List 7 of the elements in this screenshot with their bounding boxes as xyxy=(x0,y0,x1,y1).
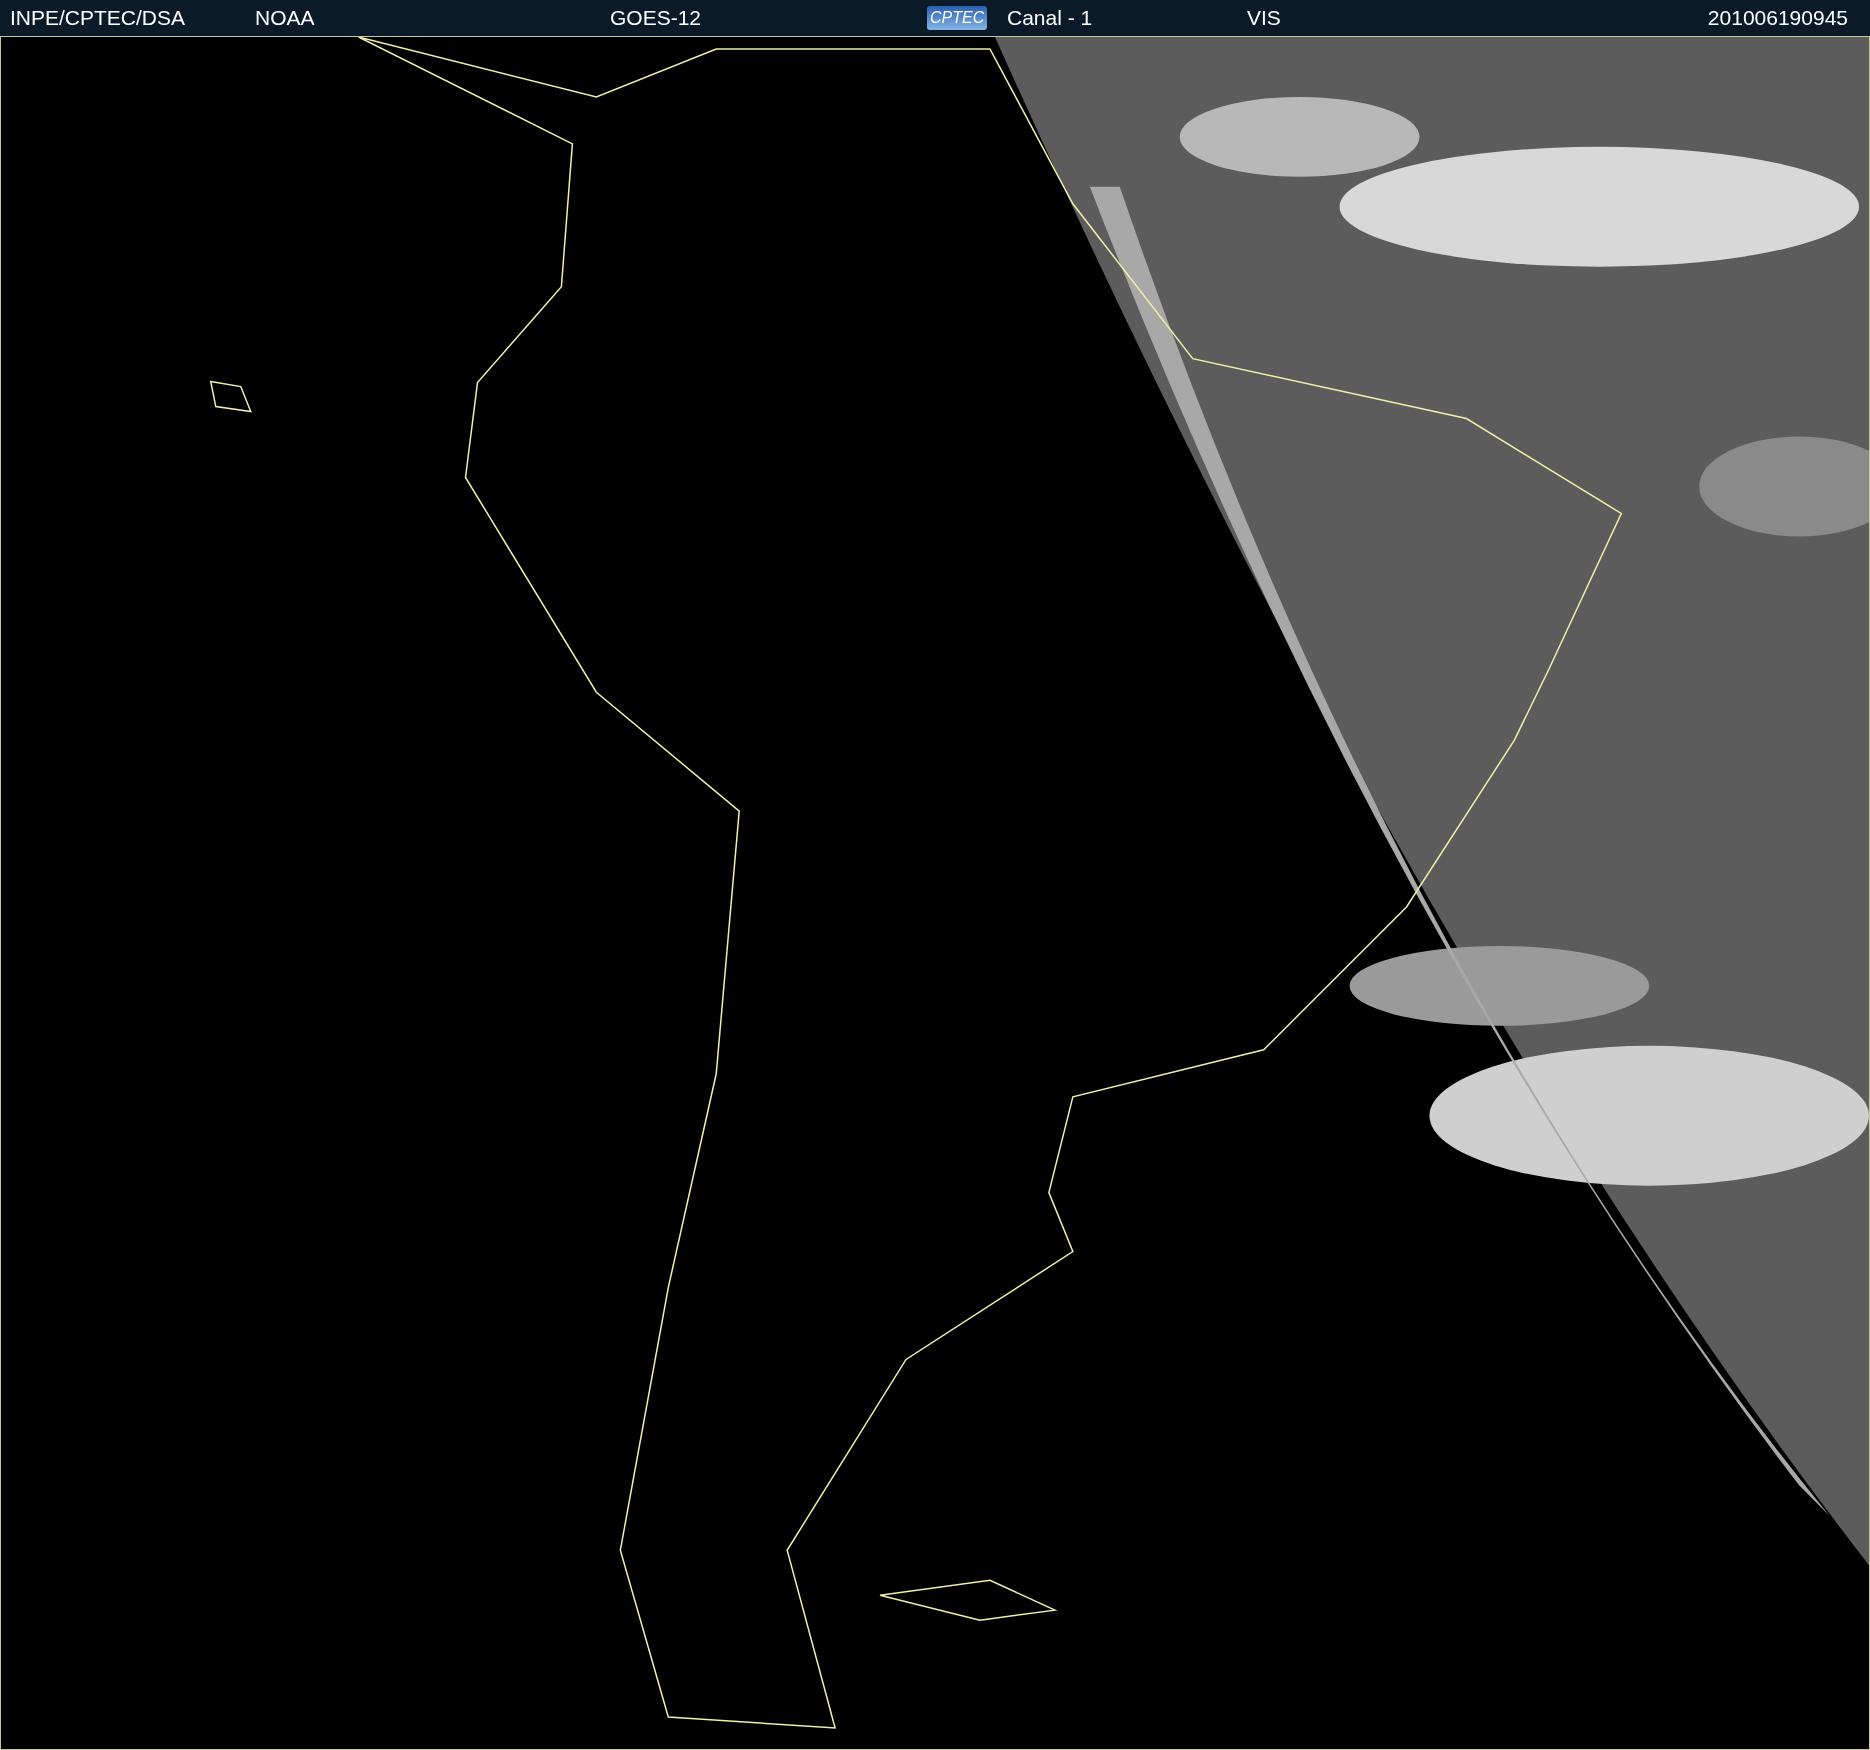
header-label: GOES-12 xyxy=(610,5,703,32)
header-label: NOAA xyxy=(255,5,316,32)
header-label: 201006190945 xyxy=(1707,5,1849,32)
logo: CPTEC xyxy=(927,6,988,30)
header-label: VIS xyxy=(1247,5,1282,32)
header-label: INPE/CPTEC/DSA xyxy=(10,5,187,32)
header-label: Canal - 1 xyxy=(1007,5,1094,32)
